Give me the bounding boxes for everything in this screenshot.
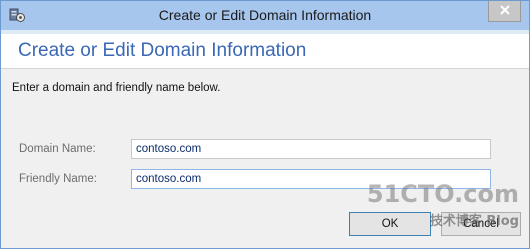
friendly-name-label: Friendly Name: xyxy=(19,173,97,185)
header-title: Create or Edit Domain Information xyxy=(18,40,307,61)
window-title: Create or Edit Domain Information xyxy=(158,7,372,23)
friendly-name-field[interactable] xyxy=(131,169,491,189)
cancel-button[interactable]: Cancel xyxy=(441,212,521,236)
dialog-content: Enter a domain and friendly name below. … xyxy=(1,69,529,248)
close-icon xyxy=(499,2,510,20)
close-button[interactable] xyxy=(488,1,521,22)
domain-name-field[interactable] xyxy=(131,139,491,159)
instruction-text: Enter a domain and friendly name below. xyxy=(12,82,221,94)
title-bar[interactable]: Create or Edit Domain Information xyxy=(1,1,529,30)
domain-name-label: Domain Name: xyxy=(19,143,96,155)
dialog-window: Create or Edit Domain Information Create… xyxy=(0,0,530,249)
ok-button[interactable]: OK xyxy=(349,212,431,236)
dialog-header: Create or Edit Domain Information xyxy=(1,30,529,69)
